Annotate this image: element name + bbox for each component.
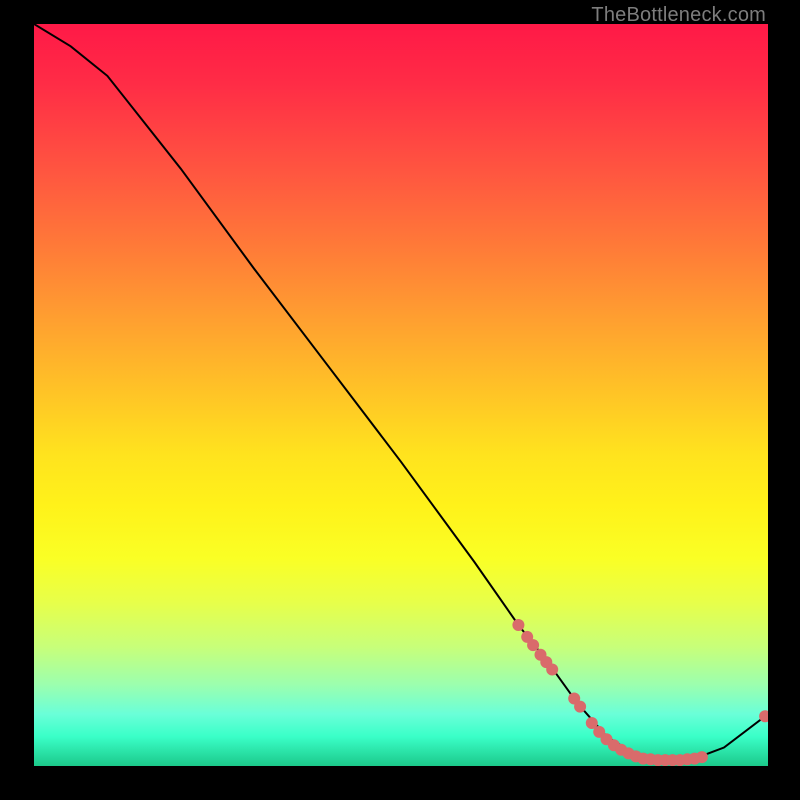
- data-point: [696, 751, 708, 763]
- series-curve: [34, 24, 768, 760]
- data-point: [574, 701, 586, 713]
- chart-svg: [34, 24, 768, 766]
- plot-area: [34, 24, 768, 766]
- watermark-text: TheBottleneck.com: [591, 4, 766, 27]
- data-point: [546, 664, 558, 676]
- data-point: [512, 619, 524, 631]
- data-point: [527, 639, 539, 651]
- chart-stage: TheBottleneck.com: [0, 0, 800, 800]
